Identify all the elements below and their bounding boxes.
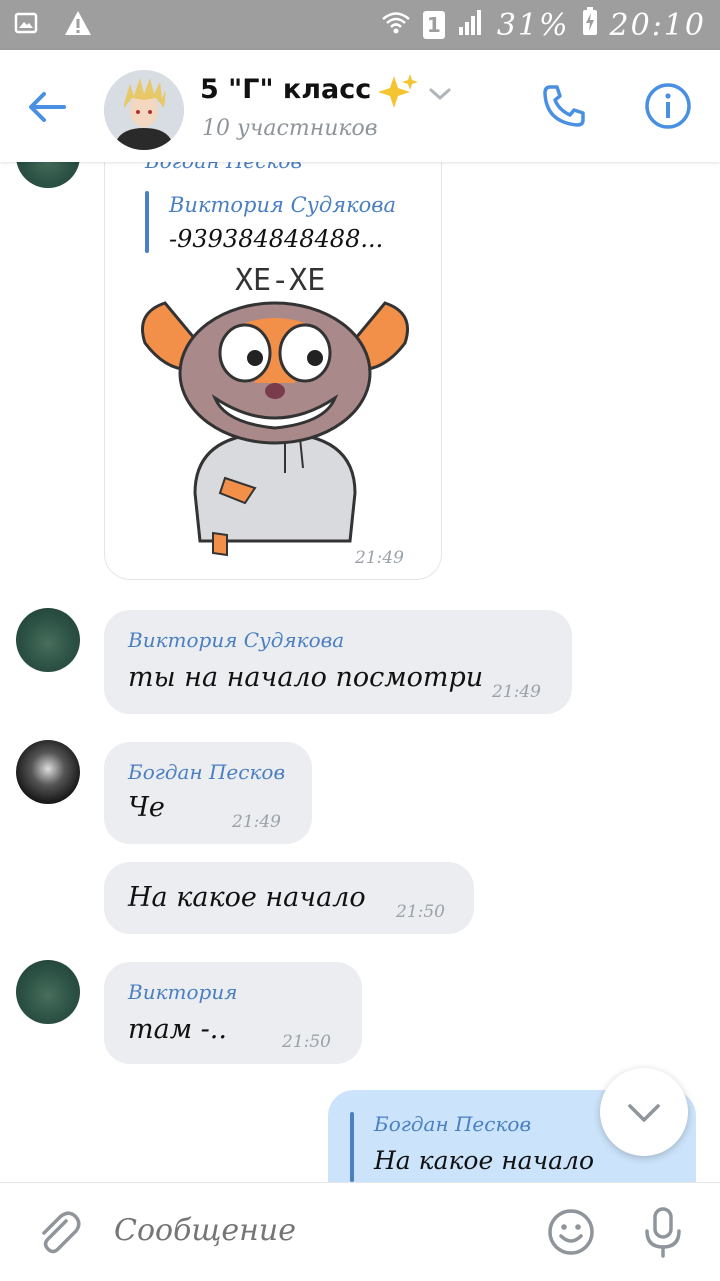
warning-icon — [64, 10, 92, 40]
message-time: 21:49 — [355, 548, 404, 568]
signal-icon — [457, 8, 485, 43]
avatar[interactable] — [16, 608, 80, 672]
message-time: 21:50 — [396, 902, 445, 922]
scroll-to-bottom-button[interactable] — [600, 1068, 688, 1156]
reply-bar — [145, 191, 149, 253]
chevron-down-icon — [628, 1104, 660, 1122]
message-bubble[interactable]: Богдан Песков Че 21:49 — [104, 742, 312, 844]
message-time: 21:50 — [282, 1032, 331, 1052]
message-sender: Богдан Песков — [145, 162, 302, 173]
sticker[interactable]: ХЕ-ХЕ — [135, 263, 415, 563]
message-composer — [0, 1182, 720, 1281]
message-text: там -.. — [128, 1014, 227, 1045]
voice-message-button[interactable] — [640, 1205, 686, 1259]
message-bubble[interactable]: Виктория Судякова ты на начало посмотри … — [104, 610, 572, 714]
info-icon — [645, 83, 691, 129]
paperclip-icon — [42, 1211, 81, 1254]
fox-sticker-icon — [141, 301, 409, 557]
call-button[interactable] — [540, 82, 588, 130]
battery-level: 31% — [496, 7, 570, 43]
info-button[interactable] — [644, 82, 692, 130]
message-input[interactable] — [114, 1213, 514, 1248]
sim-label: 1 — [426, 13, 441, 37]
chevron-down-icon[interactable] — [428, 86, 452, 106]
clock: 20:10 — [609, 7, 706, 43]
sim-1-icon: 1 — [422, 11, 445, 39]
reply-text: -939384848488... — [169, 225, 384, 253]
message-time: 21:49 — [492, 682, 541, 702]
message-bubble[interactable]: Богдан Песков Виктория Судякова -9393848… — [104, 162, 442, 580]
battery-charging-icon — [582, 7, 598, 43]
chat-avatar[interactable] — [104, 70, 184, 150]
message-text: На какое начало — [128, 882, 366, 913]
image-icon — [14, 11, 38, 39]
wifi-icon — [381, 8, 411, 43]
status-bar: 1 31% 20:10 — [0, 0, 720, 50]
message-bubble[interactable]: На какое начало 21:50 — [104, 862, 474, 934]
message-time: 21:49 — [232, 812, 281, 832]
arrow-left-icon — [29, 92, 66, 122]
message-sender: Виктория Судякова — [128, 628, 345, 652]
message-bubble[interactable]: Виктория там -.. 21:50 — [104, 962, 362, 1064]
message-feed[interactable]: Богдан Песков Виктория Судякова -9393848… — [0, 162, 720, 1182]
microphone-icon — [645, 1207, 681, 1258]
smiley-icon — [548, 1209, 594, 1255]
participants-count: 10 участников — [202, 116, 378, 141]
message-sender: Богдан Песков — [128, 760, 286, 784]
message-text: Че — [128, 792, 165, 823]
reply-author: Виктория Судякова — [169, 193, 396, 217]
message-text: ты на начало посмотри — [128, 662, 484, 693]
message-sender: Виктория — [128, 980, 238, 1004]
emoji-button[interactable] — [546, 1207, 596, 1257]
reply-author: Богдан Песков — [374, 1112, 532, 1136]
chat-header: 5 "Г" класс 10 участников — [0, 50, 720, 162]
attach-button[interactable] — [32, 1207, 82, 1257]
avatar[interactable] — [16, 740, 80, 804]
back-button[interactable] — [24, 84, 70, 130]
sparkles-icon — [374, 74, 418, 114]
reply-bar — [350, 1112, 354, 1182]
reply-text: На какое начало — [374, 1146, 595, 1175]
avatar[interactable] — [16, 162, 80, 188]
chat-title[interactable]: 5 "Г" класс — [200, 74, 371, 105]
avatar[interactable] — [16, 960, 80, 1024]
phone-icon — [543, 85, 585, 127]
